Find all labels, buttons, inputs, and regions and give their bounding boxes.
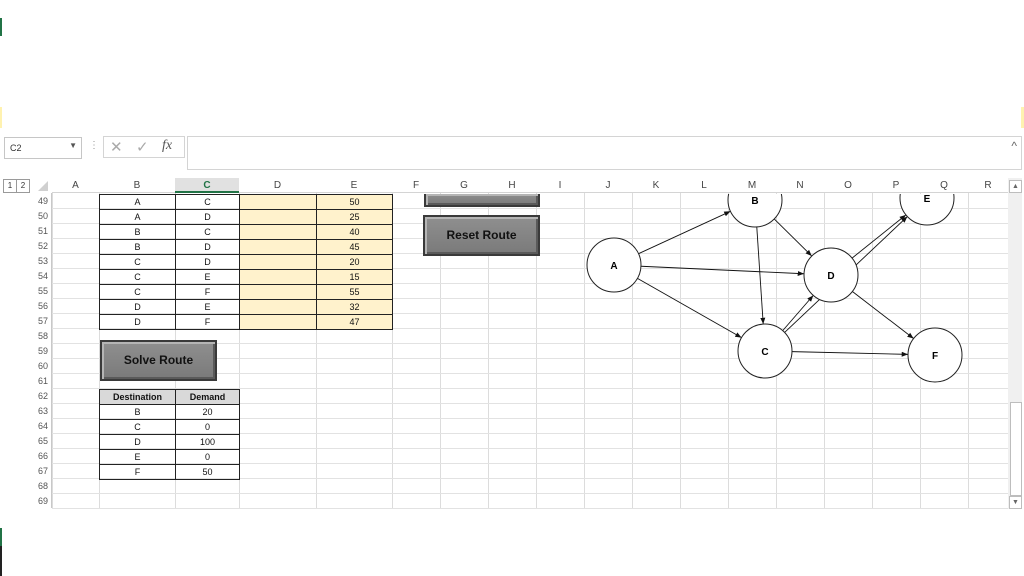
scrollbar-thumb[interactable] — [1010, 402, 1022, 496]
collapse-formula-bar-icon[interactable]: ^ — [1011, 139, 1017, 153]
edge-a-d[interactable] — [640, 265, 805, 276]
edge-c-f[interactable] — [791, 351, 909, 357]
edge-c-d[interactable] — [782, 295, 814, 331]
node-label-e: E — [924, 194, 931, 205]
edge-a-c[interactable] — [637, 277, 742, 339]
node-label-c: C — [761, 347, 768, 358]
node-label-d: D — [827, 271, 834, 282]
edge-b-d[interactable] — [773, 218, 813, 257]
scroll-down-icon[interactable]: ▼ — [1009, 496, 1022, 509]
edge-a-b[interactable] — [638, 210, 731, 255]
network-diagram[interactable]: A B C D E F — [0, 0, 1008, 508]
node-label-a: A — [610, 261, 617, 272]
taskbar-edge — [0, 546, 2, 576]
node-label-f: F — [932, 351, 938, 362]
scroll-up-icon[interactable]: ▲ — [1009, 180, 1022, 193]
node-label-b: B — [751, 196, 758, 207]
taskbar-edge-accent — [0, 528, 2, 546]
edge-d-f[interactable] — [852, 291, 914, 339]
vertical-scrollbar[interactable]: ▲ ▼ — [1008, 178, 1022, 509]
edge-d-e[interactable] — [851, 214, 907, 259]
row-gridline — [52, 508, 1008, 509]
edge-b-c[interactable] — [756, 226, 766, 325]
